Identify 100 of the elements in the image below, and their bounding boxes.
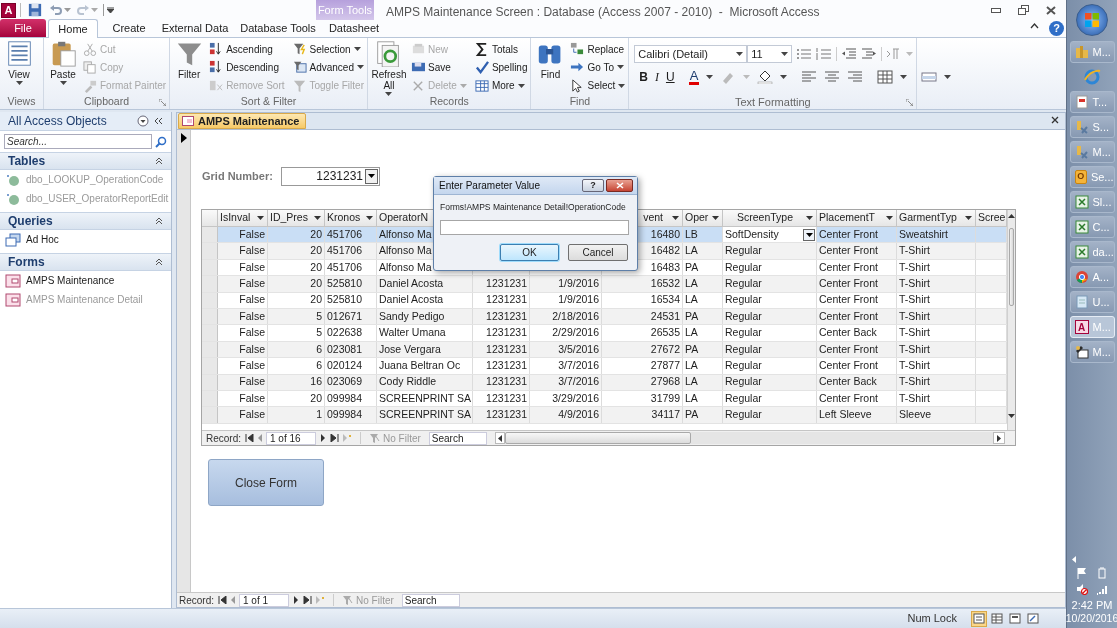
format-button[interactable]: B bbox=[639, 69, 648, 85]
column-header[interactable]: Kronos bbox=[325, 210, 377, 226]
section-toggle[interactable] bbox=[155, 157, 163, 165]
previous-record-button[interactable] bbox=[257, 434, 263, 442]
column-header[interactable]: IsInval bbox=[218, 210, 268, 226]
table-cell: 31799 bbox=[602, 390, 683, 407]
next-record-button[interactable] bbox=[320, 434, 326, 442]
nav-menu-button[interactable] bbox=[137, 115, 149, 127]
ribbon-tab[interactable]: Home bbox=[48, 19, 98, 38]
ribbon-button[interactable]: Select bbox=[570, 76, 626, 95]
dropdown-circle-icon bbox=[137, 115, 149, 127]
show-hidden-icons-button[interactable] bbox=[1071, 556, 1076, 563]
format-button[interactable]: U bbox=[665, 69, 675, 85]
close-button[interactable] bbox=[606, 179, 633, 192]
grid-number-combo[interactable]: 1231231 bbox=[281, 166, 380, 186]
column-header[interactable]: GarmentTyp bbox=[897, 210, 976, 226]
first-record-button[interactable] bbox=[218, 596, 227, 604]
table-cell: 1/9/2016 bbox=[530, 292, 602, 308]
taskbar-button[interactable]: A M... bbox=[1069, 316, 1115, 338]
folder-icon bbox=[1074, 145, 1089, 159]
app-icon[interactable]: A bbox=[1, 2, 16, 18]
format-button[interactable]: I bbox=[654, 69, 659, 85]
ribbon-button[interactable]: More bbox=[474, 76, 528, 95]
help-button[interactable]: ? bbox=[1049, 21, 1064, 36]
ribbon-tab[interactable]: External Data bbox=[156, 19, 234, 37]
section-header: Forms bbox=[8, 254, 46, 271]
ok-button[interactable]: OK bbox=[500, 243, 559, 261]
search-field[interactable]: Search bbox=[428, 431, 487, 445]
undo-button[interactable] bbox=[50, 4, 71, 16]
table-row[interactable]: False 20 525810 Daniel Acosta 1231231 1/9/2016 16532 LA Regular Center Front T-Shirt bbox=[202, 276, 1007, 293]
ribbon-button[interactable]: Go To bbox=[570, 58, 626, 77]
column-header[interactable]: ScreenType bbox=[723, 210, 817, 226]
document-tab[interactable]: AMPS Maintenance bbox=[178, 113, 307, 129]
search-field[interactable]: Search... bbox=[4, 134, 152, 149]
collapse-pane-button[interactable] bbox=[154, 117, 163, 125]
next-record-button[interactable] bbox=[293, 596, 299, 604]
ribbon-tab[interactable]: Datasheet bbox=[325, 19, 383, 37]
close-form-button[interactable]: Close Form bbox=[208, 459, 324, 506]
ribbon-button[interactable]: Replace bbox=[570, 40, 626, 58]
caret-icon bbox=[59, 81, 67, 85]
font-dropdown[interactable]: Calibri (Detail) bbox=[634, 45, 748, 63]
table-cell: 1231231 bbox=[473, 292, 530, 308]
view-button[interactable] bbox=[989, 610, 1005, 627]
ribbon-tab[interactable]: Database Tools bbox=[234, 19, 322, 37]
bullet-list-icon bbox=[796, 47, 813, 61]
section-toggle[interactable] bbox=[155, 217, 163, 225]
screen-type-combo[interactable]: SoftDensity bbox=[723, 227, 817, 243]
view-button[interactable] bbox=[1007, 610, 1023, 627]
collapse-ribbon-button[interactable] bbox=[1030, 23, 1039, 29]
ribbon-large-button[interactable]: Find bbox=[534, 40, 567, 95]
ribbon-button[interactable]: Selection bbox=[292, 40, 364, 58]
start-button[interactable] bbox=[1076, 4, 1108, 36]
redo-button[interactable] bbox=[77, 4, 98, 16]
cancel-button[interactable]: Cancel bbox=[568, 243, 628, 261]
nav-item[interactable]: Ad Hoc bbox=[0, 230, 171, 249]
ribbon-large-button[interactable]: Refresh All bbox=[371, 40, 407, 95]
customize-toolbar-button[interactable] bbox=[107, 7, 114, 13]
scrollbar-thumb[interactable] bbox=[1009, 228, 1014, 306]
ribbon-large-button[interactable]: View bbox=[3, 40, 35, 95]
scroll-right-button[interactable] bbox=[993, 432, 1005, 444]
ribbon-button[interactable]: Advanced bbox=[292, 58, 364, 77]
last-record-button[interactable] bbox=[330, 434, 339, 442]
dialog-launcher[interactable] bbox=[906, 99, 914, 106]
ribbon-button[interactable]: Ascending bbox=[209, 40, 285, 58]
volume-muted-icon bbox=[1076, 583, 1088, 595]
ribbon-button[interactable]: Descending bbox=[209, 58, 285, 77]
close-document-button[interactable] bbox=[1051, 116, 1059, 124]
font-color-button[interactable]: A bbox=[688, 69, 700, 85]
table-row[interactable]: False 1 099984 SCREENPRINT SA 1231231 4/9/2016 34117 PA Regular Left Sleeve Sleeve bbox=[202, 407, 1007, 424]
view-button[interactable] bbox=[1025, 610, 1041, 627]
parameter-input[interactable] bbox=[440, 219, 629, 235]
search-field[interactable]: Search bbox=[401, 593, 460, 607]
previous-record-button[interactable] bbox=[230, 596, 236, 604]
ribbon-large-button[interactable]: Filter bbox=[173, 40, 206, 95]
column-header[interactable]: ID_Pres bbox=[268, 210, 325, 226]
scroll-left-button[interactable] bbox=[494, 432, 505, 444]
section-toggle[interactable] bbox=[155, 258, 163, 266]
record-position-field[interactable]: 1 of 1 bbox=[239, 593, 289, 607]
table-row[interactable]: False 5 022638 Walter Umana 1231231 2/29/2016 26535 LA Regular Center Back T-Shirt bbox=[202, 325, 1007, 342]
dialog-launcher[interactable] bbox=[159, 99, 167, 106]
ribbon-button[interactable]: Totals bbox=[474, 40, 528, 58]
font-size-dropdown[interactable]: 11 bbox=[747, 45, 793, 63]
ribbon-button[interactable]: Save bbox=[411, 58, 467, 77]
ribbon-large-button[interactable]: Paste bbox=[47, 40, 79, 95]
taskbar-button[interactable]: O Se... bbox=[1069, 166, 1115, 188]
column-header[interactable]: PlacementT bbox=[817, 210, 897, 226]
ribbon-tab[interactable]: File bbox=[0, 19, 46, 37]
ribbon-button[interactable]: Spelling bbox=[474, 58, 528, 77]
record-position-field[interactable]: 1 of 16 bbox=[266, 431, 316, 445]
new-record-icon bbox=[411, 42, 425, 56]
nav-item[interactable]: AMPS Maintenance bbox=[0, 271, 171, 290]
column-header[interactable]: Oper bbox=[683, 210, 723, 226]
last-icon bbox=[330, 434, 339, 442]
help-button[interactable]: ? bbox=[582, 179, 604, 192]
table-row[interactable]: False 6 020124 Juana Beltran Oc 1231231 3/7/2016 27877 LA Regular Center Front T-Shirt bbox=[202, 358, 1007, 375]
table-cell: SCREENPRINT SA bbox=[377, 390, 473, 407]
ribbon-tab[interactable]: Create bbox=[102, 19, 156, 37]
last-record-button[interactable] bbox=[303, 596, 312, 604]
scrollbar-thumb[interactable] bbox=[504, 432, 691, 444]
first-record-button[interactable] bbox=[245, 434, 254, 442]
